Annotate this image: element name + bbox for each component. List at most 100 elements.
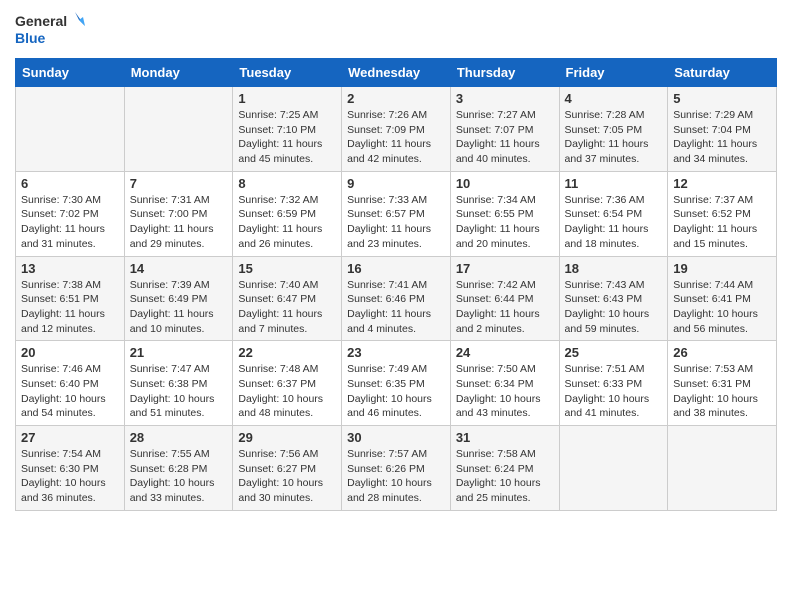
day-info: Sunrise: 7:56 AM Sunset: 6:27 PM Dayligh…: [238, 447, 336, 506]
day-number: 11: [565, 176, 663, 191]
calendar: SundayMondayTuesdayWednesdayThursdayFrid…: [15, 58, 777, 511]
day-cell: 14Sunrise: 7:39 AM Sunset: 6:49 PM Dayli…: [124, 256, 233, 341]
day-number: 6: [21, 176, 119, 191]
day-info: Sunrise: 7:37 AM Sunset: 6:52 PM Dayligh…: [673, 193, 771, 252]
day-number: 30: [347, 430, 445, 445]
week-row-4: 20 Sunrise: 7:46 AM Sunset: 6:40 PM Dayli…: [16, 341, 777, 426]
day-info: Sunrise: 7:43 AM Sunset: 6:43 PM Dayligh…: [565, 278, 663, 337]
day-header-thursday: Thursday: [450, 59, 559, 87]
day-number: 7: [130, 176, 228, 191]
day-header-monday: Monday: [124, 59, 233, 87]
day-cell: 16 Sunrise: 7:41 AM Sunset: 6:46 PM Dayli…: [342, 256, 451, 341]
day-number: 25: [565, 345, 663, 360]
day-cell: 23Sunrise: 7:49 AM Sunset: 6:35 PM Dayli…: [342, 341, 451, 426]
day-cell: 25 Sunrise: 7:51 AM Sunset: 6:33 PM Dayli…: [559, 341, 668, 426]
day-number: 28: [130, 430, 228, 445]
day-number: 31: [456, 430, 554, 445]
day-info: Sunrise: 7:25 AM Sunset: 7:10 PM Dayligh…: [238, 108, 336, 167]
day-header-friday: Friday: [559, 59, 668, 87]
day-number: 19: [673, 261, 771, 276]
day-cell: 6 Sunrise: 7:30 AM Sunset: 7:02 PM Daylig…: [16, 171, 125, 256]
day-cell: 17Sunrise: 7:42 AM Sunset: 6:44 PM Dayli…: [450, 256, 559, 341]
day-cell: 26 Sunrise: 7:53 AM Sunset: 6:31 PM Dayli…: [668, 341, 777, 426]
day-number: 5: [673, 91, 771, 106]
page: General Blue SundayMondayTuesdayWednesda…: [0, 0, 792, 521]
day-info: Sunrise: 7:51 AM Sunset: 6:33 PM Dayligh…: [565, 362, 663, 421]
day-number: 2: [347, 91, 445, 106]
day-cell: 7 Sunrise: 7:31 AM Sunset: 7:00 PM Daylig…: [124, 171, 233, 256]
day-cell: 29Sunrise: 7:56 AM Sunset: 6:27 PM Dayli…: [233, 426, 342, 511]
day-number: 20: [21, 345, 119, 360]
calendar-body: 1 Sunrise: 7:25 AM Sunset: 7:10 PM Daylig…: [16, 87, 777, 511]
day-number: 26: [673, 345, 771, 360]
day-cell: 5Sunrise: 7:29 AM Sunset: 7:04 PM Daylig…: [668, 87, 777, 172]
day-number: 3: [456, 91, 554, 106]
day-number: 22: [238, 345, 336, 360]
day-cell: 28Sunrise: 7:55 AM Sunset: 6:28 PM Dayli…: [124, 426, 233, 511]
day-info: Sunrise: 7:33 AM Sunset: 6:57 PM Dayligh…: [347, 193, 445, 252]
day-cell: 8Sunrise: 7:32 AM Sunset: 6:59 PM Daylig…: [233, 171, 342, 256]
day-header-wednesday: Wednesday: [342, 59, 451, 87]
day-number: 10: [456, 176, 554, 191]
day-cell: 3Sunrise: 7:27 AM Sunset: 7:07 PM Daylig…: [450, 87, 559, 172]
day-info: Sunrise: 7:38 AM Sunset: 6:51 PM Dayligh…: [21, 278, 119, 337]
logo-svg: General Blue: [15, 10, 85, 50]
day-info: Sunrise: 7:28 AM Sunset: 7:05 PM Dayligh…: [565, 108, 663, 167]
day-cell: 31 Sunrise: 7:58 AM Sunset: 6:24 PM Dayli…: [450, 426, 559, 511]
day-number: 23: [347, 345, 445, 360]
day-cell: 20 Sunrise: 7:46 AM Sunset: 6:40 PM Dayli…: [16, 341, 125, 426]
day-number: 9: [347, 176, 445, 191]
day-info: Sunrise: 7:46 AM Sunset: 6:40 PM Dayligh…: [21, 362, 119, 421]
day-info: Sunrise: 7:54 AM Sunset: 6:30 PM Dayligh…: [21, 447, 119, 506]
day-number: 27: [21, 430, 119, 445]
day-info: Sunrise: 7:47 AM Sunset: 6:38 PM Dayligh…: [130, 362, 228, 421]
day-header-tuesday: Tuesday: [233, 59, 342, 87]
calendar-header: SundayMondayTuesdayWednesdayThursdayFrid…: [16, 59, 777, 87]
day-cell: 13 Sunrise: 7:38 AM Sunset: 6:51 PM Dayli…: [16, 256, 125, 341]
day-info: Sunrise: 7:41 AM Sunset: 6:46 PM Dayligh…: [347, 278, 445, 337]
day-cell: 4 Sunrise: 7:28 AM Sunset: 7:05 PM Daylig…: [559, 87, 668, 172]
week-row-1: 1 Sunrise: 7:25 AM Sunset: 7:10 PM Daylig…: [16, 87, 777, 172]
day-cell: 1 Sunrise: 7:25 AM Sunset: 7:10 PM Daylig…: [233, 87, 342, 172]
day-cell: [16, 87, 125, 172]
svg-text:General: General: [15, 13, 67, 29]
day-info: Sunrise: 7:48 AM Sunset: 6:37 PM Dayligh…: [238, 362, 336, 421]
day-number: 4: [565, 91, 663, 106]
day-cell: 10 Sunrise: 7:34 AM Sunset: 6:55 PM Dayli…: [450, 171, 559, 256]
day-number: 1: [238, 91, 336, 106]
week-row-3: 13 Sunrise: 7:38 AM Sunset: 6:51 PM Dayli…: [16, 256, 777, 341]
day-info: Sunrise: 7:39 AM Sunset: 6:49 PM Dayligh…: [130, 278, 228, 337]
day-cell: 11 Sunrise: 7:36 AM Sunset: 6:54 PM Dayli…: [559, 171, 668, 256]
day-info: Sunrise: 7:31 AM Sunset: 7:00 PM Dayligh…: [130, 193, 228, 252]
day-number: 13: [21, 261, 119, 276]
day-cell: 9 Sunrise: 7:33 AM Sunset: 6:57 PM Daylig…: [342, 171, 451, 256]
week-row-2: 6 Sunrise: 7:30 AM Sunset: 7:02 PM Daylig…: [16, 171, 777, 256]
day-cell: 30 Sunrise: 7:57 AM Sunset: 6:26 PM Dayli…: [342, 426, 451, 511]
day-cell: [668, 426, 777, 511]
day-cell: 24Sunrise: 7:50 AM Sunset: 6:34 PM Dayli…: [450, 341, 559, 426]
day-info: Sunrise: 7:30 AM Sunset: 7:02 PM Dayligh…: [21, 193, 119, 252]
header-row: SundayMondayTuesdayWednesdayThursdayFrid…: [16, 59, 777, 87]
day-info: Sunrise: 7:36 AM Sunset: 6:54 PM Dayligh…: [565, 193, 663, 252]
day-cell: 21Sunrise: 7:47 AM Sunset: 6:38 PM Dayli…: [124, 341, 233, 426]
day-info: Sunrise: 7:34 AM Sunset: 6:55 PM Dayligh…: [456, 193, 554, 252]
day-number: 16: [347, 261, 445, 276]
day-cell: [559, 426, 668, 511]
day-info: Sunrise: 7:53 AM Sunset: 6:31 PM Dayligh…: [673, 362, 771, 421]
day-cell: 15 Sunrise: 7:40 AM Sunset: 6:47 PM Dayli…: [233, 256, 342, 341]
day-info: Sunrise: 7:40 AM Sunset: 6:47 PM Dayligh…: [238, 278, 336, 337]
day-info: Sunrise: 7:58 AM Sunset: 6:24 PM Dayligh…: [456, 447, 554, 506]
day-info: Sunrise: 7:44 AM Sunset: 6:41 PM Dayligh…: [673, 278, 771, 337]
day-info: Sunrise: 7:42 AM Sunset: 6:44 PM Dayligh…: [456, 278, 554, 337]
day-info: Sunrise: 7:26 AM Sunset: 7:09 PM Dayligh…: [347, 108, 445, 167]
day-header-saturday: Saturday: [668, 59, 777, 87]
day-info: Sunrise: 7:57 AM Sunset: 6:26 PM Dayligh…: [347, 447, 445, 506]
day-number: 18: [565, 261, 663, 276]
logo: General Blue: [15, 10, 85, 50]
day-cell: 27 Sunrise: 7:54 AM Sunset: 6:30 PM Dayli…: [16, 426, 125, 511]
day-number: 15: [238, 261, 336, 276]
day-header-sunday: Sunday: [16, 59, 125, 87]
day-cell: 19 Sunrise: 7:44 AM Sunset: 6:41 PM Dayli…: [668, 256, 777, 341]
day-number: 24: [456, 345, 554, 360]
day-info: Sunrise: 7:32 AM Sunset: 6:59 PM Dayligh…: [238, 193, 336, 252]
